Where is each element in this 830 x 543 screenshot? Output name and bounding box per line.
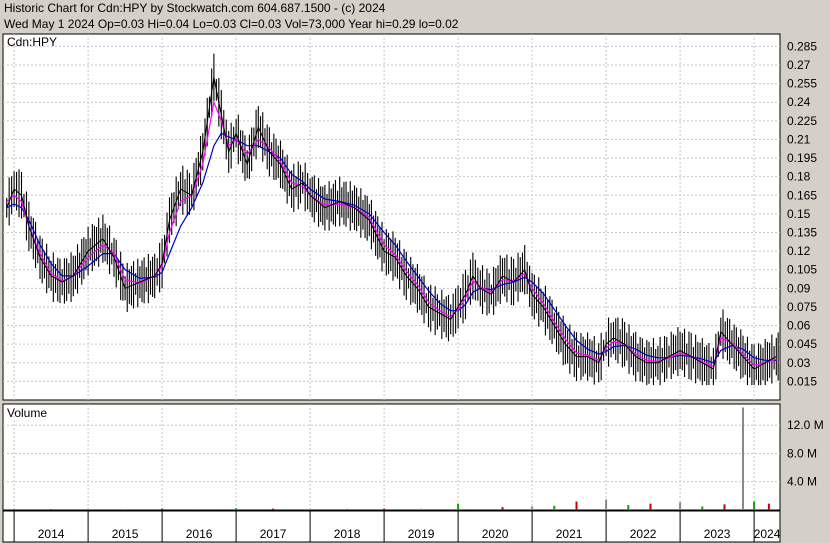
volume-bar	[272, 508, 275, 510]
volume-bar	[420, 508, 423, 510]
volume-bar	[605, 499, 608, 510]
price-y-tick-label: 0.06	[787, 319, 811, 333]
price-y-tick-label: 0.24	[787, 95, 811, 109]
year-label: 2015	[112, 527, 139, 541]
price-y-tick-label: 0.195	[787, 151, 817, 165]
year-label: 2021	[556, 527, 583, 541]
volume-bar	[457, 503, 460, 510]
volume-panel-title: Volume	[7, 406, 47, 420]
price-y-tick-label: 0.105	[787, 263, 817, 277]
price-y-tick-label: 0.225	[787, 114, 817, 128]
volume-bar	[723, 504, 726, 510]
volume-bar	[161, 508, 164, 510]
volume-y-tick-label: 12.0 M	[787, 418, 824, 432]
price-y-tick-label: 0.285	[787, 39, 817, 53]
price-y-tick-label: 0.165	[787, 188, 817, 202]
volume-y-tick-label: 4.0 M	[787, 475, 817, 489]
year-label: 2014	[38, 527, 65, 541]
volume-bar	[553, 505, 556, 510]
volume-bar	[679, 502, 682, 510]
price-y-tick-label: 0.15	[787, 207, 811, 221]
volume-bar	[501, 507, 504, 510]
price-y-tick-label: 0.03	[787, 356, 811, 370]
year-label: 2016	[186, 527, 213, 541]
stock-chart: Cdn:HPY 0.015 0.03 0.045 0.06 0.075 0.09 0.105…	[2, 33, 824, 543]
volume-y-axis: 4.0 M 8.0 M 12.0 M	[787, 418, 824, 489]
volume-bar	[346, 508, 349, 510]
price-y-tick-label: 0.015	[787, 374, 817, 388]
volume-bar	[742, 407, 744, 510]
volume-bar	[701, 506, 704, 510]
price-y-tick-label: 0.12	[787, 244, 811, 258]
price-panel	[2, 33, 781, 401]
price-y-tick-label: 0.045	[787, 337, 817, 351]
price-y-tick-label: 0.21	[787, 132, 811, 146]
year-label: 2019	[408, 527, 435, 541]
volume-bar	[531, 506, 534, 510]
volume-bar	[50, 509, 53, 510]
volume-bar	[87, 508, 90, 510]
volume-bar	[767, 503, 770, 510]
price-y-tick-label: 0.18	[787, 170, 811, 184]
year-label: 2020	[482, 527, 509, 541]
volume-bar	[309, 508, 312, 510]
year-label: 2018	[334, 527, 361, 541]
price-y-tick-label: 0.255	[787, 77, 817, 91]
volume-panel	[2, 403, 781, 511]
volume-bar	[124, 509, 127, 510]
price-y-tick-label: 0.27	[787, 58, 811, 72]
volume-y-tick-label: 8.0 M	[787, 446, 817, 460]
volume-bar	[383, 508, 386, 510]
price-y-tick-label: 0.09	[787, 281, 811, 295]
price-y-tick-label: 0.135	[787, 226, 817, 240]
volume-bar	[627, 505, 630, 510]
volume-bar	[649, 503, 652, 510]
volume-bar	[235, 508, 238, 510]
year-label: 2017	[260, 527, 287, 541]
year-label: 2024	[754, 527, 781, 541]
price-y-axis: 0.015 0.03 0.045 0.06 0.075 0.09 0.105 0.12 0.13…	[787, 39, 817, 388]
volume-bar	[13, 508, 16, 510]
year-label: 2023	[704, 527, 731, 541]
volume-bar	[753, 501, 756, 510]
volume-bar	[198, 508, 201, 510]
year-label: 2022	[630, 527, 657, 541]
price-y-tick-label: 0.075	[787, 300, 817, 314]
price-panel-title: Cdn:HPY	[7, 35, 57, 49]
volume-bar	[575, 501, 578, 510]
